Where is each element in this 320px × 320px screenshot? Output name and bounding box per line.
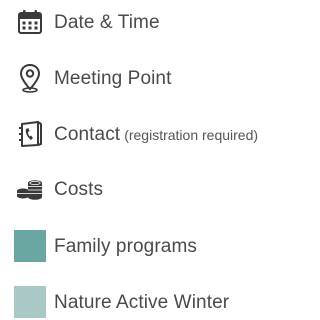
legend-item-date-time: Date & Time bbox=[14, 4, 160, 40]
legend-item-costs: Costs bbox=[14, 171, 103, 207]
legend-item-nature-active-winter: Nature Active Winter bbox=[14, 284, 229, 320]
contact-phone-icon bbox=[14, 118, 46, 150]
legend-item-contact: Contact (registration required) bbox=[14, 116, 258, 152]
nature-active-winter-swatch bbox=[14, 286, 46, 318]
legend-label-meeting-point: Meeting Point bbox=[54, 67, 172, 89]
legend-item-meeting-point: Meeting Point bbox=[14, 60, 171, 96]
location-pin-icon bbox=[14, 62, 46, 94]
legend-item-family-programs: Family programs bbox=[14, 228, 197, 264]
calendar-icon bbox=[14, 6, 46, 38]
legend-label-contact: Contact bbox=[54, 123, 121, 145]
legend-label-family-programs: Family programs bbox=[54, 235, 197, 257]
legend-label-contact-wrap: Contact (registration required) bbox=[54, 125, 258, 144]
legend-note-contact: (registration required) bbox=[124, 126, 259, 143]
legend-label-date-time: Date & Time bbox=[54, 11, 160, 33]
family-programs-swatch bbox=[14, 230, 46, 262]
legend-label-nature-active-winter: Nature Active Winter bbox=[54, 291, 230, 313]
coins-icon bbox=[14, 173, 46, 205]
legend: Date & Time Meeting Point Contact (regis… bbox=[0, 0, 293, 318]
legend-label-costs: Costs bbox=[54, 178, 104, 200]
